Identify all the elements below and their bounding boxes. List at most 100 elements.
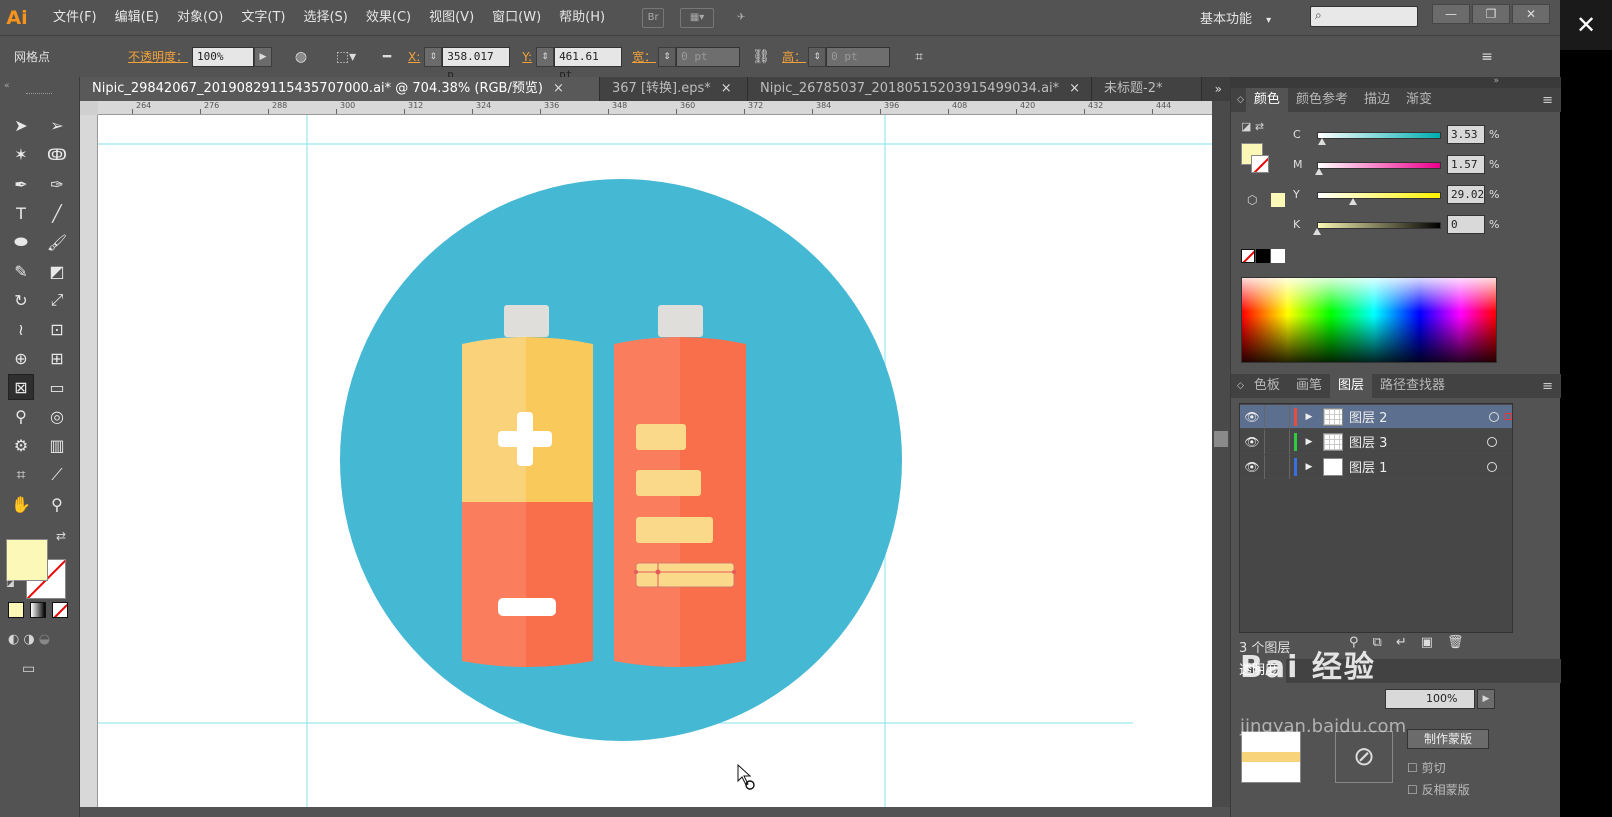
direct-selection-tool-icon[interactable]: ➢ — [44, 112, 70, 138]
perspective-grid-tool-icon[interactable]: ⊞ — [44, 345, 70, 371]
gradient-mode-icon[interactable] — [30, 602, 46, 618]
layer-name[interactable]: 图层 1 — [1349, 457, 1487, 476]
battery-cap-left[interactable] — [504, 305, 549, 337]
color-spectrum[interactable] — [1241, 277, 1497, 363]
line-tool-icon[interactable]: ╱ — [44, 200, 70, 226]
layer-name[interactable]: 图层 3 — [1349, 432, 1487, 451]
minus-sign[interactable] — [498, 598, 556, 616]
free-transform-tool-icon[interactable]: ⊡ — [44, 316, 70, 342]
gpu-performance-icon[interactable]: ✈ — [730, 8, 752, 28]
restore-button[interactable]: ❐ — [1472, 4, 1510, 24]
close-tab-icon[interactable]: × — [1069, 81, 1080, 96]
magic-wand-tool-icon[interactable]: ✶ — [8, 141, 34, 167]
new-layer-icon[interactable]: ▣ — [1421, 635, 1433, 650]
charge-bar-4-selected[interactable] — [635, 562, 735, 588]
y-input[interactable]: 461.61 pt — [554, 46, 623, 81]
battery-cap-right[interactable] — [658, 305, 703, 337]
none-color-swatch[interactable] — [1241, 249, 1255, 263]
width-stepper[interactable]: ⇕ — [658, 46, 677, 67]
bridge-icon[interactable]: Br — [642, 7, 665, 28]
arrange-documents-icon[interactable]: ▦▾ — [680, 7, 715, 28]
color-slider-c[interactable]: C 3.53% — [1231, 125, 1561, 147]
tab-layers_panel-1[interactable]: 画笔 — [1288, 374, 1330, 398]
target-circle-icon[interactable] — [1489, 411, 1499, 422]
help-search-input[interactable]: ⌕ — [1310, 6, 1418, 27]
draw-behind-icon[interactable]: ◑ — [23, 632, 34, 647]
expand-triangle-icon[interactable]: ▶ — [1301, 437, 1317, 447]
document-tab[interactable]: 未标题-2* — [1092, 77, 1202, 101]
slider-knob[interactable] — [1315, 168, 1324, 175]
default-fill-stroke-icon[interactable]: ◪ — [6, 579, 15, 589]
tab-layers_panel-3[interactable]: 路径查找器 — [1372, 374, 1453, 398]
x-input[interactable]: 358.017 p — [442, 46, 511, 81]
expand-triangle-icon[interactable]: ▶ — [1301, 462, 1317, 472]
slider-track[interactable] — [1317, 192, 1441, 199]
constrain-proportions-icon[interactable]: ⛓ — [750, 46, 772, 68]
menu-item-3[interactable]: 文字(T) — [232, 0, 294, 35]
x-stepper[interactable]: ⇕ — [424, 46, 443, 67]
color-slider-y[interactable]: Y 29.02% — [1231, 185, 1561, 207]
tab-overflow-icon[interactable]: » — [1207, 77, 1230, 101]
shape-builder-tool-icon[interactable]: ⊕ — [8, 345, 34, 371]
visibility-eye-icon[interactable]: 👁 — [1240, 460, 1264, 474]
menu-item-1[interactable]: 编辑(E) — [106, 0, 168, 35]
lock-toggle[interactable] — [1264, 429, 1290, 454]
charge-bar-3[interactable] — [636, 517, 713, 543]
draw-normal-icon[interactable]: ◐ — [8, 632, 19, 647]
menu-item-7[interactable]: 窗口(W) — [483, 0, 550, 35]
opacity-input[interactable]: 100% — [192, 46, 255, 67]
screen-mode-icon[interactable]: ▭ — [22, 661, 35, 677]
layer-row[interactable]: 👁 ▶ 图层 2 — [1240, 404, 1512, 429]
ruler-origin[interactable] — [80, 101, 98, 115]
target-circle-icon[interactable] — [1487, 461, 1497, 472]
dock-collapse-icon[interactable]: » — [1493, 76, 1499, 86]
tab-color_panel-3[interactable]: 渐变 — [1398, 88, 1440, 112]
slider-track[interactable] — [1317, 222, 1441, 229]
panel-collapse-icon[interactable]: ◇ — [1231, 95, 1246, 105]
document-tab[interactable]: Nipic_26785037_20180515203915499034.ai* × — [748, 77, 1092, 101]
paintbrush-tool-icon[interactable]: 🖌 — [44, 229, 70, 255]
height-input[interactable]: 0 pt — [826, 46, 891, 67]
color-slider-k[interactable]: K 0% — [1231, 215, 1561, 237]
panel-menu-icon[interactable]: ≡ — [1542, 379, 1561, 394]
gradient-tool-icon[interactable]: ▭ — [44, 374, 70, 400]
rotate-tool-icon[interactable]: ↻ — [8, 287, 34, 313]
vertical-ruler[interactable] — [80, 115, 98, 817]
type-tool-icon[interactable]: T — [8, 200, 34, 226]
tab-color_panel-1[interactable]: 颜色参考 — [1288, 88, 1356, 112]
fill-swatch[interactable] — [6, 539, 48, 581]
lock-toggle[interactable] — [1264, 454, 1290, 479]
slider-value-input[interactable]: 1.57 — [1447, 155, 1485, 174]
lock-toggle[interactable] — [1264, 404, 1290, 429]
mesh-point[interactable] — [634, 570, 638, 574]
lasso-tool-icon[interactable]: ↂ — [44, 141, 70, 167]
slider-value-input[interactable]: 3.53 — [1447, 125, 1485, 144]
eraser-tool-icon[interactable]: ◩ — [44, 258, 70, 284]
app-close-button[interactable]: ✕ — [1560, 0, 1612, 50]
visibility-eye-icon[interactable]: 👁 — [1240, 435, 1264, 449]
recolor-artwork-icon[interactable]: ◍ — [290, 46, 312, 68]
tab-layers_panel-0[interactable]: 色板 — [1246, 374, 1288, 398]
menu-item-6[interactable]: 视图(V) — [420, 0, 483, 35]
slider-track[interactable] — [1317, 132, 1441, 139]
slider-knob[interactable] — [1348, 198, 1357, 205]
close-tab-icon[interactable]: × — [721, 81, 732, 96]
minimize-button[interactable]: — — [1432, 4, 1470, 24]
reference-point-icon[interactable]: ╺╸ — [376, 46, 398, 68]
tab-layers_panel-2[interactable]: 图层 — [1329, 374, 1372, 398]
invert-mask-checkbox[interactable]: ☐ 反相蒙版 — [1407, 781, 1470, 798]
charge-bar-1[interactable] — [636, 424, 686, 450]
pen-tool-icon[interactable]: ✒ — [8, 171, 34, 197]
window-close-button[interactable]: ✕ — [1512, 4, 1550, 24]
scrollbar-thumb[interactable] — [1214, 431, 1228, 447]
slider-knob[interactable] — [1313, 228, 1321, 235]
artboard-canvas[interactable] — [98, 115, 1212, 807]
slice-tool-icon[interactable]: ⟋ — [44, 462, 70, 488]
horizontal-ruler[interactable]: 264 276 288 300 312 324 336 348 360 372 384 396 408 4… — [98, 101, 1212, 115]
visibility-eye-icon[interactable]: 👁 — [1240, 410, 1264, 424]
symbol-sprayer-tool-icon[interactable]: ⚙ — [8, 432, 34, 458]
column-graph-tool-icon[interactable]: ▥ — [44, 432, 70, 458]
mesh-point[interactable] — [732, 570, 736, 574]
hand-tool-icon[interactable]: ✋ — [8, 491, 34, 517]
none-mode-icon[interactable] — [52, 602, 68, 618]
